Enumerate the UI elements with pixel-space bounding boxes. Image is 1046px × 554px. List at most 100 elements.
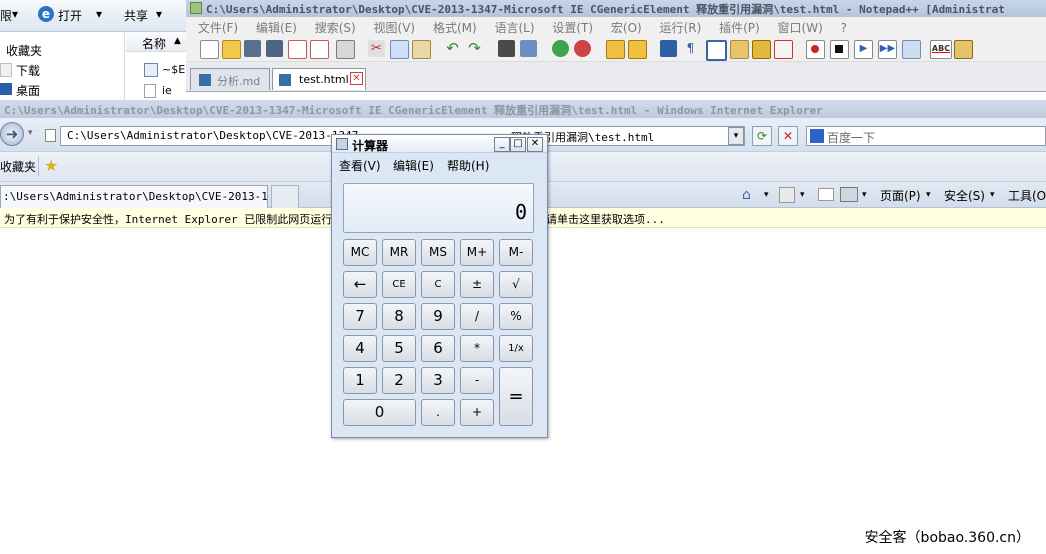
show-all-chars-icon[interactable]: ¶: [682, 40, 699, 57]
cut-icon[interactable]: ✂: [368, 40, 385, 57]
close-button[interactable]: ✕: [527, 137, 543, 152]
close-all-icon[interactable]: [310, 40, 329, 59]
run-macro-multiple-icon[interactable]: ▶▶: [878, 40, 897, 59]
share-button[interactable]: 共享: [124, 7, 148, 24]
notepad-title-bar[interactable]: C:\Users\Administrator\Desktop\CVE-2013-…: [186, 0, 1046, 17]
save-all-icon[interactable]: [266, 40, 283, 57]
zoom-in-icon[interactable]: [552, 40, 569, 57]
key-mr[interactable]: MR: [382, 239, 416, 266]
find-icon[interactable]: [498, 40, 515, 57]
file-item[interactable]: ~$E: [162, 63, 185, 76]
record-macro-icon[interactable]: [806, 40, 825, 59]
key-8[interactable]: 8: [382, 303, 416, 330]
folder-as-workspace-icon[interactable]: [730, 40, 749, 59]
nav-downloads[interactable]: 下载: [16, 62, 40, 79]
sync-vertical-icon[interactable]: [606, 40, 625, 59]
open-folder-icon[interactable]: [222, 40, 241, 59]
redo-icon[interactable]: ↷: [466, 40, 483, 57]
paste-icon[interactable]: [412, 40, 431, 59]
menu-help[interactable]: 帮助(H): [447, 157, 489, 174]
spell-check-icon[interactable]: ABC: [930, 40, 952, 59]
key-1[interactable]: 1: [343, 367, 377, 394]
page-menu[interactable]: 页面(P): [880, 187, 921, 204]
chevron-down-icon[interactable]: ▾: [862, 190, 867, 200]
menu-language[interactable]: 语言(L): [494, 19, 534, 36]
tab-test-html[interactable]: test.html ✕: [272, 68, 366, 90]
chevron-down-icon[interactable]: ▾: [156, 7, 162, 21]
indent-guide-icon[interactable]: [706, 40, 727, 61]
calculator-title-bar[interactable]: 计算器 _ □ ✕: [332, 135, 547, 153]
key-percent[interactable]: %: [499, 303, 533, 330]
key-plus[interactable]: +: [460, 399, 494, 426]
tools-menu[interactable]: 工具(O): [1008, 187, 1046, 204]
close-icon[interactable]: ✕: [350, 72, 363, 85]
key-sqrt[interactable]: √: [499, 271, 533, 298]
menu-file[interactable]: 文件(F): [198, 19, 238, 36]
key-7[interactable]: 7: [343, 303, 377, 330]
key-3[interactable]: 3: [421, 367, 455, 394]
key-ce[interactable]: CE: [382, 271, 416, 298]
menu-format[interactable]: 格式(M): [433, 19, 477, 36]
new-file-icon[interactable]: [200, 40, 219, 59]
key-reciprocal[interactable]: 1/x: [499, 335, 533, 362]
chevron-down-icon[interactable]: ▾: [990, 190, 995, 200]
favorites-button[interactable]: 收藏夹: [0, 158, 36, 175]
close-file-icon[interactable]: [288, 40, 307, 59]
key-mminus[interactable]: M-: [499, 239, 533, 266]
play-macro-icon[interactable]: ▶: [854, 40, 873, 59]
save-macro-icon[interactable]: [902, 40, 921, 59]
function-list-icon[interactable]: [774, 40, 793, 59]
copy-icon[interactable]: [390, 40, 409, 59]
key-6[interactable]: 6: [421, 335, 455, 362]
file-item[interactable]: ie: [162, 84, 172, 97]
key-minus[interactable]: -: [460, 367, 494, 394]
maximize-button[interactable]: □: [510, 137, 526, 152]
chevron-down-icon[interactable]: ▾: [926, 190, 931, 200]
menu-help[interactable]: ?: [841, 21, 847, 35]
key-2[interactable]: 2: [382, 367, 416, 394]
ie-title-bar[interactable]: C:\Users\Administrator\Desktop\CVE-2013-…: [0, 100, 1046, 118]
ie-search-box[interactable]: 🐾 百度一下: [806, 126, 1046, 146]
add-favorite-star-icon[interactable]: ★: [44, 156, 58, 175]
key-clear[interactable]: C: [421, 271, 455, 298]
menu-view[interactable]: 视图(V): [374, 19, 416, 36]
chevron-down-icon[interactable]: ▾: [12, 7, 18, 21]
key-equals[interactable]: =: [499, 367, 533, 426]
menu-edit[interactable]: 编辑(E): [256, 19, 297, 36]
key-backspace[interactable]: ←: [343, 271, 377, 298]
key-9[interactable]: 9: [421, 303, 455, 330]
menu-macro[interactable]: 宏(O): [611, 19, 642, 36]
menu-window[interactable]: 窗口(W): [778, 19, 823, 36]
key-mplus[interactable]: M+: [460, 239, 494, 266]
menu-run[interactable]: 运行(R): [660, 19, 702, 36]
menu-settings[interactable]: 设置(T): [552, 19, 593, 36]
menu-search[interactable]: 搜索(S): [315, 19, 356, 36]
key-ms[interactable]: MS: [421, 239, 455, 266]
key-mc[interactable]: MC: [343, 239, 377, 266]
word-wrap-icon[interactable]: [660, 40, 677, 57]
nav-desktop[interactable]: 桌面: [16, 82, 40, 99]
key-4[interactable]: 4: [343, 335, 377, 362]
chevron-down-icon[interactable]: ▾: [800, 190, 805, 200]
ie-tab-current[interactable]: :\Users\Administrator\Desktop\CVE-2013-1…: [0, 185, 268, 208]
key-decimal[interactable]: .: [421, 399, 455, 426]
undo-icon[interactable]: ↶: [444, 40, 461, 57]
back-arrow-icon[interactable]: ➜: [0, 122, 24, 146]
print-icon[interactable]: [336, 40, 355, 59]
key-plus-minus[interactable]: ±: [460, 271, 494, 298]
key-0[interactable]: 0: [343, 399, 416, 426]
minimize-button[interactable]: _: [494, 137, 510, 152]
ie-new-tab-button[interactable]: [271, 185, 299, 208]
key-5[interactable]: 5: [382, 335, 416, 362]
menu-edit[interactable]: 编辑(E): [393, 157, 434, 174]
key-divide[interactable]: /: [460, 303, 494, 330]
refresh-icon[interactable]: ⟳: [752, 126, 772, 146]
safety-menu[interactable]: 安全(S): [944, 187, 985, 204]
menu-plugins[interactable]: 插件(P): [719, 19, 760, 36]
key-multiply[interactable]: *: [460, 335, 494, 362]
doc-map-icon[interactable]: [752, 40, 771, 59]
chevron-down-icon[interactable]: ▾: [28, 128, 33, 138]
chevron-down-icon[interactable]: ▾: [764, 190, 769, 200]
zoom-out-icon[interactable]: [574, 40, 591, 57]
sync-horizontal-icon[interactable]: [628, 40, 647, 59]
